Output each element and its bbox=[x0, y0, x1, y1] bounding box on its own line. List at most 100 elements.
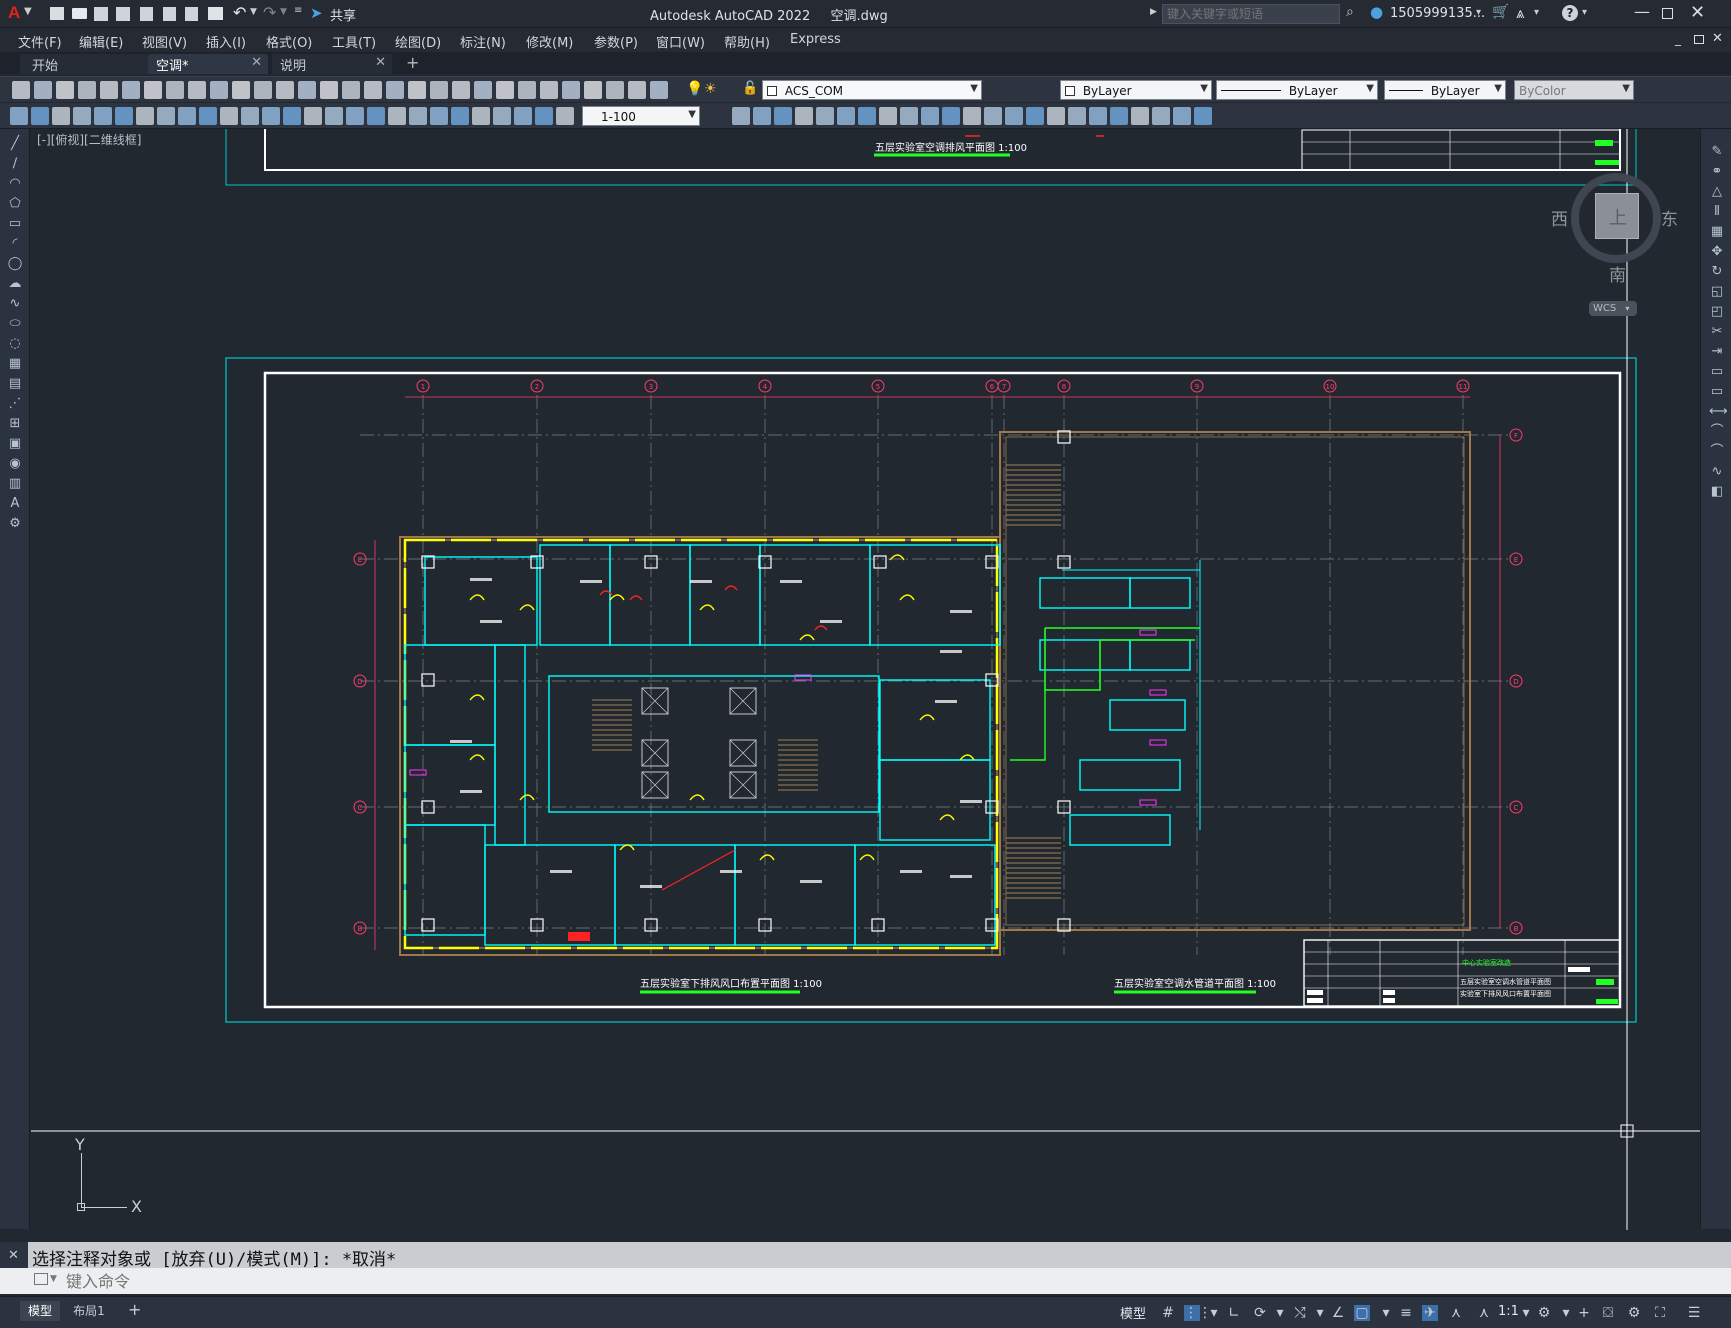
make-block-icon[interactable]: ▤ bbox=[7, 377, 23, 391]
polygon-icon[interactable]: ⬠ bbox=[7, 197, 23, 211]
search-expand-icon[interactable]: ▶ bbox=[1150, 7, 1157, 17]
explode-icon[interactable]: ◧ bbox=[1709, 485, 1725, 499]
zoom-realtime-icon[interactable] bbox=[320, 81, 338, 99]
ordinate-icon[interactable] bbox=[984, 107, 1002, 125]
add-selected-icon[interactable]: ⚙ bbox=[7, 517, 23, 531]
menu-help[interactable]: 帮助(H) bbox=[724, 32, 770, 51]
viewcube-top-face[interactable]: 上 bbox=[1595, 193, 1639, 239]
help-dropdown-icon[interactable]: ▾ bbox=[1582, 7, 1587, 18]
center-mark-icon[interactable] bbox=[1194, 107, 1212, 125]
break-at-point-icon[interactable]: ▭ bbox=[1709, 365, 1725, 379]
zoom-previous-icon[interactable] bbox=[364, 81, 382, 99]
continue-icon[interactable] bbox=[1131, 107, 1149, 125]
wcs-button[interactable]: WCS ▾ bbox=[1589, 301, 1637, 316]
array-icon[interactable]: ▦ bbox=[1709, 225, 1725, 239]
new-icon[interactable] bbox=[12, 81, 30, 99]
arc-icon[interactable]: ◜ bbox=[7, 237, 23, 251]
autocad-logo-icon[interactable]: A bbox=[8, 3, 20, 23]
layer-dropdown[interactable]: ACS_COM ▼ bbox=[762, 80, 982, 100]
plot-icon[interactable] bbox=[78, 81, 96, 99]
menu-draw[interactable]: 绘图(D) bbox=[395, 32, 441, 51]
save-as-icon[interactable] bbox=[116, 7, 130, 21]
drawing-viewport[interactable]: [-][俯视][二维线框] 五层实验室空调排风平面图 1:100 1234567… bbox=[31, 129, 1700, 1230]
move-icon[interactable]: ✥ bbox=[1709, 245, 1725, 259]
lock-icon[interactable]: 🔓 bbox=[742, 81, 758, 96]
dim-edit-icon[interactable] bbox=[858, 107, 876, 125]
doc-close-icon[interactable]: ✕ bbox=[1712, 31, 1723, 46]
menu-view[interactable]: 视图(V) bbox=[142, 32, 187, 51]
spline-icon[interactable]: ∿ bbox=[7, 297, 23, 311]
object-snap-icon[interactable]: ▢ bbox=[1354, 1305, 1370, 1321]
multiline-text-icon[interactable]: A bbox=[7, 497, 23, 511]
trim-icon[interactable]: ✂ bbox=[1709, 325, 1725, 339]
tab-notes[interactable]: 说明 ✕ bbox=[272, 54, 392, 74]
qleader-icon[interactable] bbox=[1152, 107, 1170, 125]
center-mark-icon[interactable] bbox=[816, 107, 834, 125]
center-mark-icon[interactable] bbox=[283, 107, 301, 125]
angular-icon[interactable] bbox=[1068, 107, 1086, 125]
qleader-icon[interactable] bbox=[241, 107, 259, 125]
annotation-icon[interactable]: ⋏ bbox=[1476, 1305, 1492, 1321]
menu-express[interactable]: Express bbox=[790, 32, 841, 47]
user-name[interactable]: 1505999135... bbox=[1390, 6, 1485, 21]
construction-line-icon[interactable]: ∕ bbox=[7, 157, 23, 171]
linear-dim-icon[interactable] bbox=[388, 107, 406, 125]
diameter-icon[interactable] bbox=[1047, 107, 1065, 125]
table-icon[interactable]: ▥ bbox=[7, 477, 23, 491]
preview-icon[interactable] bbox=[100, 81, 118, 99]
close-icon[interactable]: ✕ bbox=[1690, 2, 1705, 23]
undo-icon[interactable] bbox=[254, 81, 272, 99]
cut-icon[interactable] bbox=[144, 81, 162, 99]
isodraft-icon[interactable]: ⤭ bbox=[1292, 1305, 1308, 1321]
scale-dropdown-icon[interactable]: ▾ bbox=[1518, 1305, 1534, 1321]
share-label[interactable]: 共享 bbox=[330, 5, 356, 24]
freeze-icon[interactable]: ☀ bbox=[704, 81, 717, 97]
save-icon[interactable] bbox=[606, 81, 624, 99]
baseline-icon[interactable] bbox=[1110, 107, 1128, 125]
aligned-dim-icon[interactable] bbox=[942, 107, 960, 125]
arc-length-icon[interactable] bbox=[430, 107, 448, 125]
blend-curves-icon[interactable]: ∿ bbox=[1709, 465, 1725, 479]
command-prompt-icon[interactable] bbox=[34, 1273, 48, 1285]
ordinate-icon[interactable] bbox=[73, 107, 91, 125]
close-icon[interactable]: ✕ bbox=[8, 1248, 19, 1263]
polyline-icon[interactable]: ◠ bbox=[7, 177, 23, 191]
command-line[interactable]: ▼ bbox=[0, 1268, 1731, 1294]
new-icon[interactable] bbox=[562, 81, 580, 99]
undo-icon[interactable]: ↶ bbox=[233, 3, 246, 22]
join-icon[interactable]: ⟷ bbox=[1709, 405, 1728, 419]
plot-icon[interactable] bbox=[628, 81, 646, 99]
linear-dim-icon[interactable] bbox=[921, 107, 939, 125]
grid-icon[interactable]: # bbox=[1160, 1305, 1176, 1321]
tolerance-icon[interactable] bbox=[262, 107, 280, 125]
polar-dropdown-icon[interactable]: ▾ bbox=[1272, 1305, 1288, 1321]
sheet-set-icon[interactable] bbox=[452, 81, 470, 99]
publish-icon[interactable] bbox=[140, 7, 153, 21]
linetype-dropdown[interactable]: ByLayer ▼ bbox=[1216, 80, 1378, 100]
doc-minimize-icon[interactable]: _ bbox=[1675, 32, 1681, 46]
jogged-icon[interactable] bbox=[115, 107, 133, 125]
help-icon[interactable]: ? bbox=[1562, 5, 1578, 21]
cart-icon[interactable]: 🛒 bbox=[1492, 4, 1509, 20]
doc-restore-icon[interactable] bbox=[1694, 35, 1704, 44]
linear-dim-icon[interactable] bbox=[10, 107, 28, 125]
osnap-dropdown-icon[interactable]: ▾ bbox=[1378, 1305, 1394, 1321]
user-icon[interactable]: ● bbox=[1370, 3, 1383, 21]
layout-tab-layout1[interactable]: 布局1 bbox=[66, 1301, 112, 1321]
insert-block-icon[interactable]: ▦ bbox=[7, 357, 23, 371]
copy-icon[interactable] bbox=[166, 81, 184, 99]
redo-dropdown-icon[interactable]: ▼ bbox=[280, 7, 287, 17]
new-tab-icon[interactable]: + bbox=[406, 53, 419, 72]
dim-style-icon[interactable] bbox=[879, 107, 897, 125]
publish-icon[interactable] bbox=[122, 81, 140, 99]
quick-props-icon[interactable]: ⚙ bbox=[1626, 1305, 1642, 1321]
mirror-icon[interactable]: △ bbox=[1709, 185, 1725, 199]
snap-dropdown-icon[interactable]: ▾ bbox=[1206, 1305, 1222, 1321]
dimscale-dropdown[interactable]: 1-100 ▼ bbox=[582, 106, 700, 126]
fullscreen-icon[interactable]: ⛶ bbox=[1652, 1305, 1668, 1321]
quick-dim-icon[interactable] bbox=[1089, 107, 1107, 125]
app-menu-arrow-icon[interactable]: ▼ bbox=[24, 6, 32, 17]
tab-drawing-active[interactable]: 空调* ✕ bbox=[148, 54, 268, 74]
properties-icon[interactable] bbox=[386, 81, 404, 99]
chevron-down-icon[interactable]: ▼ bbox=[50, 1274, 57, 1284]
